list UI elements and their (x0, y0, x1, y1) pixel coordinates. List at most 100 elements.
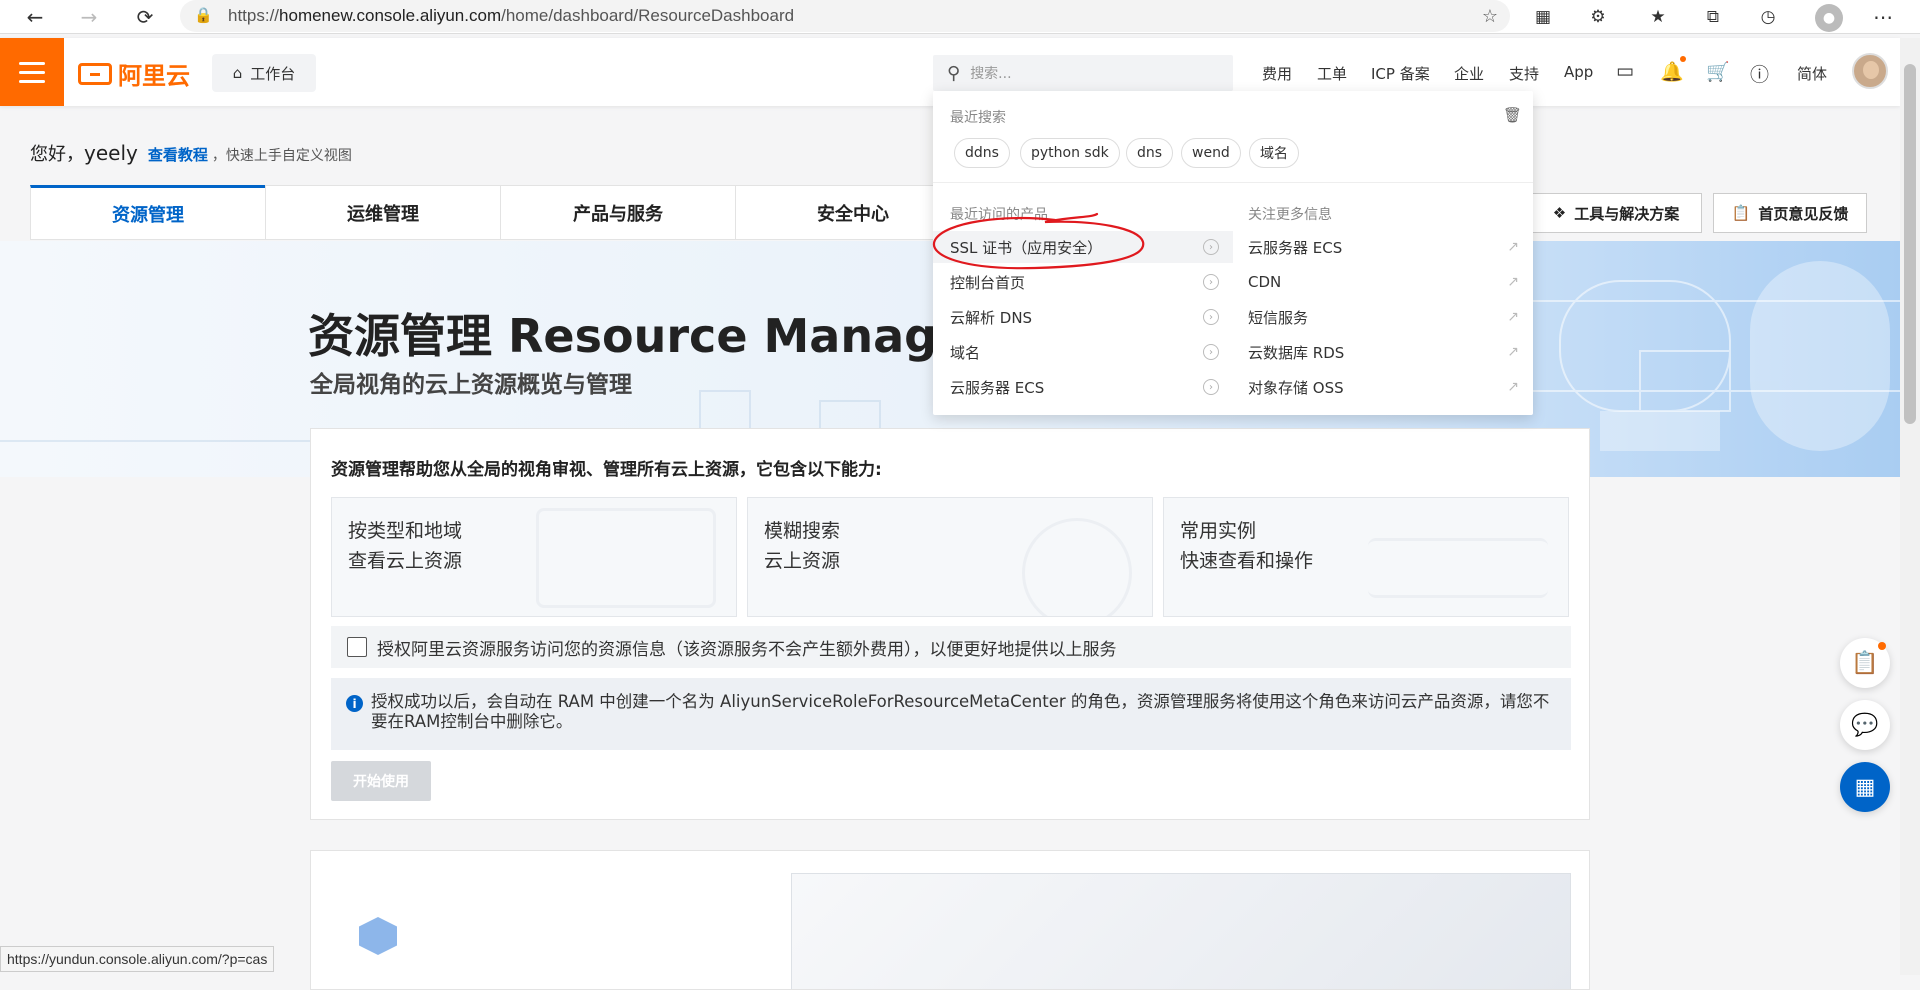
trash-icon[interactable]: 🗑 (1503, 106, 1522, 124)
workbench-button[interactable]: ⌂ 工作台 (212, 54, 316, 92)
apps-fab[interactable]: ▦ (1840, 762, 1890, 812)
help-icon[interactable]: ⓘ (1750, 60, 1769, 87)
chat-fab[interactable]: 💬 (1840, 700, 1890, 750)
chevron-right-icon: › (1203, 239, 1219, 255)
nav-enterprise[interactable]: 企业 (1454, 63, 1484, 84)
greeting-hello: 您好， (30, 144, 84, 165)
more-info-item[interactable]: 云数据库 RDS ↗ (1248, 336, 1533, 368)
product-label: 控制台首页 (950, 273, 1026, 292)
more-icon[interactable]: ⋯ (1870, 4, 1896, 30)
profile-icon[interactable]: ● (1815, 4, 1843, 32)
cube-icon: ❖ (1552, 204, 1567, 222)
info-icon: i (346, 695, 363, 712)
collections-icon[interactable]: ▦ (1530, 4, 1556, 30)
recent-product-item[interactable]: 域名 › (950, 336, 1233, 368)
cube-logo-icon (359, 917, 397, 955)
favorite-star-icon[interactable]: ☆ (1482, 6, 1498, 27)
favorites-icon[interactable]: ★ (1645, 4, 1671, 30)
bell-icon[interactable]: 🔔 (1660, 60, 1684, 83)
info-label: 云数据库 RDS (1248, 343, 1345, 362)
nav-icp[interactable]: ICP 备案 (1371, 63, 1430, 84)
recent-product-item[interactable]: 控制台首页 › (950, 266, 1233, 298)
forward-icon[interactable]: → (76, 4, 102, 30)
info-label: 对象存储 OSS (1248, 378, 1344, 397)
info-notice: i 授权成功以后，会自动在 RAM 中创建一个名为 AliyunServiceR… (331, 678, 1571, 750)
logo-mark-icon (78, 62, 112, 85)
recent-search-chip[interactable]: wend (1181, 138, 1241, 168)
notes-fab[interactable]: 📋 (1840, 638, 1890, 688)
browser-toolbar: ← → ⟳ 🔒 https://homenew.console.aliyun.c… (0, 0, 1920, 34)
preview-image (791, 873, 1571, 989)
search-placeholder: 搜索... (970, 66, 1012, 82)
address-bar[interactable]: 🔒 https://homenew.console.aliyun.com/hom… (180, 0, 1510, 32)
authorization-text[interactable]: 授权阿里云资源服务访问您的资源信息（该资源服务不会产生额外费用），以便更好地提供… (377, 635, 1117, 660)
tab-ops-management[interactable]: 运维管理 (265, 185, 500, 240)
recent-product-item[interactable]: 云解析 DNS › (950, 301, 1233, 333)
dashboard-tabs: 资源管理 运维管理 产品与服务 安全中心 (30, 185, 970, 240)
tools-solutions-button[interactable]: ❖ 工具与解决方案 (1530, 193, 1702, 233)
product-label: SSL 证书（应用安全） (950, 238, 1103, 257)
apps-grid-icon: ▦ (1854, 774, 1876, 800)
chevron-right-icon: › (1203, 344, 1219, 360)
greeting: 您好，yeely 查看教程 ，快速上手自定义视图 (30, 140, 352, 166)
history-icon[interactable]: ◷ (1755, 4, 1781, 30)
terminal-icon[interactable]: ▭ (1616, 60, 1634, 82)
tutorial-link[interactable]: 查看教程 (148, 144, 208, 165)
external-link-icon: ↗ (1507, 239, 1519, 255)
avatar[interactable] (1852, 53, 1888, 89)
more-info-item[interactable]: 短信服务 ↗ (1248, 301, 1533, 333)
card-title: 资源管理帮助您从全局的视角审视、管理所有云上资源，它包含以下能力: (331, 460, 882, 480)
status-bar-url: https://yundun.console.aliyun.com/?p=cas (0, 946, 275, 972)
hero-subtitle: 全局视角的云上资源概览与管理 (310, 372, 632, 398)
recent-search-chip[interactable]: 域名 (1249, 138, 1299, 168)
brand-text: 阿里云 (118, 62, 190, 90)
recent-search-chip[interactable]: python sdk (1020, 138, 1120, 168)
more-info-item[interactable]: 对象存储 OSS ↗ (1248, 371, 1533, 403)
nav-support[interactable]: 支持 (1509, 63, 1539, 84)
refresh-icon[interactable]: ⟳ (132, 4, 158, 30)
page-scrollbar[interactable] (1900, 38, 1920, 975)
nav-app[interactable]: App (1564, 63, 1593, 81)
tools-solutions-label: 工具与解决方案 (1574, 204, 1680, 223)
magnifier-decoration (1022, 518, 1132, 616)
hero-title: 资源管理 Resource Manager (308, 309, 991, 363)
cart-icon[interactable]: 🛒 (1706, 60, 1730, 83)
recent-search-chip[interactable]: ddns (954, 138, 1010, 168)
feature-decoration (536, 508, 716, 608)
clipboard-icon: 📋 (1731, 204, 1751, 222)
collections-add-icon[interactable]: ⧉ (1700, 4, 1726, 30)
product-label: 云解析 DNS (950, 308, 1033, 327)
info-label: 短信服务 (1248, 308, 1309, 327)
nav-tickets[interactable]: 工单 (1317, 63, 1347, 84)
language-switch[interactable]: 简体 (1797, 63, 1827, 84)
clipboard-icon: 📋 (1851, 650, 1879, 676)
more-info-title: 关注更多信息 (1248, 207, 1332, 223)
workbench-label: 工作台 (250, 64, 296, 83)
aliyun-logo[interactable]: 阿里云 (78, 56, 190, 91)
nav-fees[interactable]: 费用 (1262, 63, 1292, 84)
authorization-row: 授权阿里云资源服务访问您的资源信息（该资源服务不会产生额外费用），以便更好地提供… (331, 626, 1571, 668)
recent-product-item[interactable]: 云服务器 ECS › (950, 371, 1233, 403)
authorize-checkbox[interactable] (347, 637, 367, 657)
recent-search-chip[interactable]: dns (1126, 138, 1174, 168)
more-info-item[interactable]: CDN ↗ (1248, 266, 1533, 298)
more-info-item[interactable]: 云服务器 ECS ↗ (1248, 231, 1533, 263)
external-link-icon: ↗ (1507, 309, 1519, 325)
feature-card-common-instances: 常用实例 快速查看和操作 (1163, 497, 1569, 617)
info-label: CDN (1248, 273, 1282, 291)
home-icon: ⌂ (232, 64, 243, 82)
scrollbar-thumb[interactable] (1904, 64, 1916, 424)
back-icon[interactable]: ← (22, 4, 48, 30)
external-link-icon: ↗ (1507, 274, 1519, 290)
resource-manager-card: 资源管理帮助您从全局的视角审视、管理所有云上资源，它包含以下能力: 按类型和地域… (310, 428, 1590, 820)
external-link-icon: ↗ (1507, 379, 1519, 395)
feature-card-type-region: 按类型和地域 查看云上资源 (331, 497, 737, 617)
recent-product-item[interactable]: SSL 证书（应用安全） › (950, 231, 1233, 263)
search-input[interactable]: ⚲ 搜索... (933, 55, 1233, 91)
tab-resource-management[interactable]: 资源管理 (30, 185, 265, 240)
start-button[interactable]: 开始使用 (331, 761, 431, 801)
extensions-icon[interactable]: ⚙ (1585, 4, 1611, 30)
menu-icon[interactable] (0, 38, 64, 106)
tab-products-services[interactable]: 产品与服务 (500, 185, 735, 240)
feedback-button[interactable]: 📋 首页意见反馈 (1713, 193, 1867, 233)
